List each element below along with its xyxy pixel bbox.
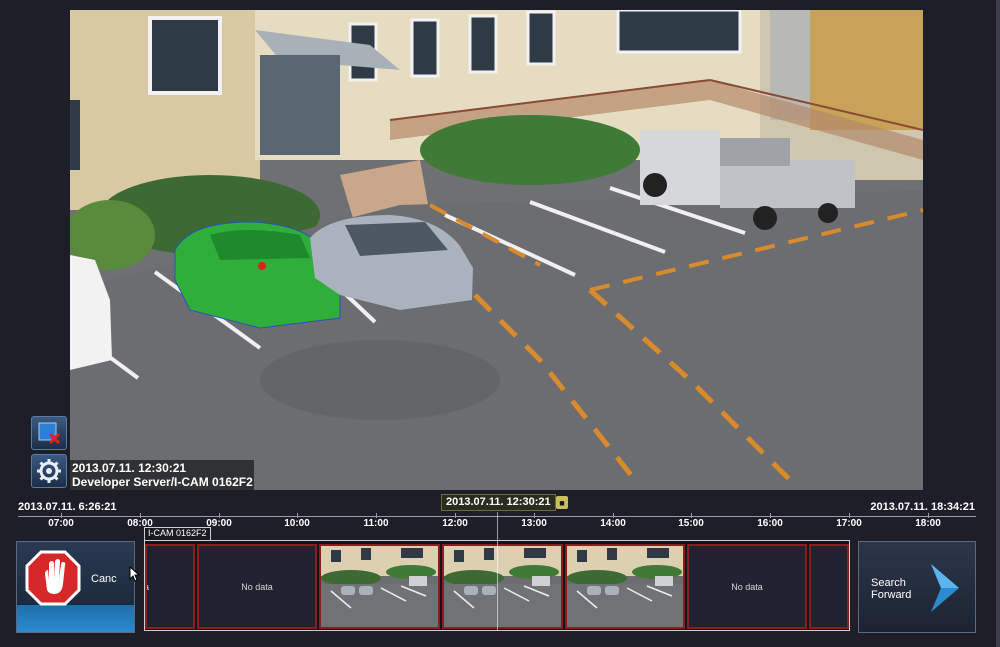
thumbnail-frame[interactable]: No data: [687, 544, 807, 629]
timeline-start-time: 2013.07.11. 6:26:21: [18, 501, 117, 513]
timeline-current-time: 2013.07.11. 12:30:21: [441, 494, 556, 511]
mouse-cursor-icon: [129, 566, 141, 582]
thumbnail-frame[interactable]: No data: [197, 544, 317, 629]
thumbnail-frame[interactable]: [565, 544, 685, 629]
parking-thumbnail: [444, 546, 561, 627]
video-overlay-info: 2013.07.11. 12:30:21 Developer Server/I-…: [70, 460, 254, 490]
timeline-tick-label: 13:00: [521, 518, 547, 529]
timeline-tick-label: 10:00: [284, 518, 310, 529]
search-label-line1: Search: [871, 577, 906, 589]
camera-viewer-app: 2013.07.11. 12:30:21 Developer Server/I-…: [0, 0, 1000, 647]
timeline-tick-label: 14:00: [600, 518, 626, 529]
thumbnail-frame[interactable]: [442, 544, 563, 629]
search-label-line2: Forward: [871, 589, 912, 601]
gear-icon: [37, 459, 61, 483]
cancel-button[interactable]: Canc: [16, 541, 141, 633]
video-timestamp: 2013.07.11. 12:30:21: [72, 461, 187, 475]
search-forward-label: Search Forward: [871, 577, 911, 601]
video-viewport[interactable]: [70, 10, 923, 490]
settings-button[interactable]: [31, 454, 67, 488]
lock-icon[interactable]: ■: [556, 496, 568, 509]
thumbnail-frame[interactable]: [319, 544, 440, 629]
no-data-label: No data: [241, 582, 273, 592]
parking-lot-scene: [70, 10, 923, 490]
right-edge-bar: [996, 0, 1000, 647]
thumbnail-frame[interactable]: a: [145, 544, 195, 629]
timeline-tick-label: 17:00: [836, 518, 862, 529]
playhead-line[interactable]: [497, 512, 498, 631]
parking-thumbnail: [321, 546, 438, 627]
timeline-tick-label: 16:00: [757, 518, 783, 529]
camera-strip-label: I-CAM 0162F2: [144, 527, 211, 540]
timeline-tick-label: 07:00: [48, 518, 74, 529]
video-source: Developer Server/I-CAM 0162F2: [72, 475, 253, 489]
close-stream-button[interactable]: [31, 416, 67, 450]
parking-thumbnail: [567, 546, 683, 627]
partial-frame-label: a: [147, 582, 149, 592]
no-data-label: No data: [731, 582, 763, 592]
timeline-tick-label: 15:00: [678, 518, 704, 529]
cancel-label: Canc: [91, 573, 117, 585]
search-forward-button[interactable]: Search Forward: [858, 541, 976, 633]
thumbnail-frame[interactable]: [809, 544, 849, 629]
timeline-tick-label: 18:00: [915, 518, 941, 529]
timeline-tick-label: 11:00: [363, 518, 389, 529]
arrow-right-icon: [931, 564, 959, 612]
timeline-end-time: 2013.07.11. 18:34:21: [870, 501, 975, 513]
timeline-tick-label: 12:00: [442, 518, 468, 529]
stop-hand-icon: [25, 550, 81, 606]
close-stream-icon: [38, 422, 61, 445]
